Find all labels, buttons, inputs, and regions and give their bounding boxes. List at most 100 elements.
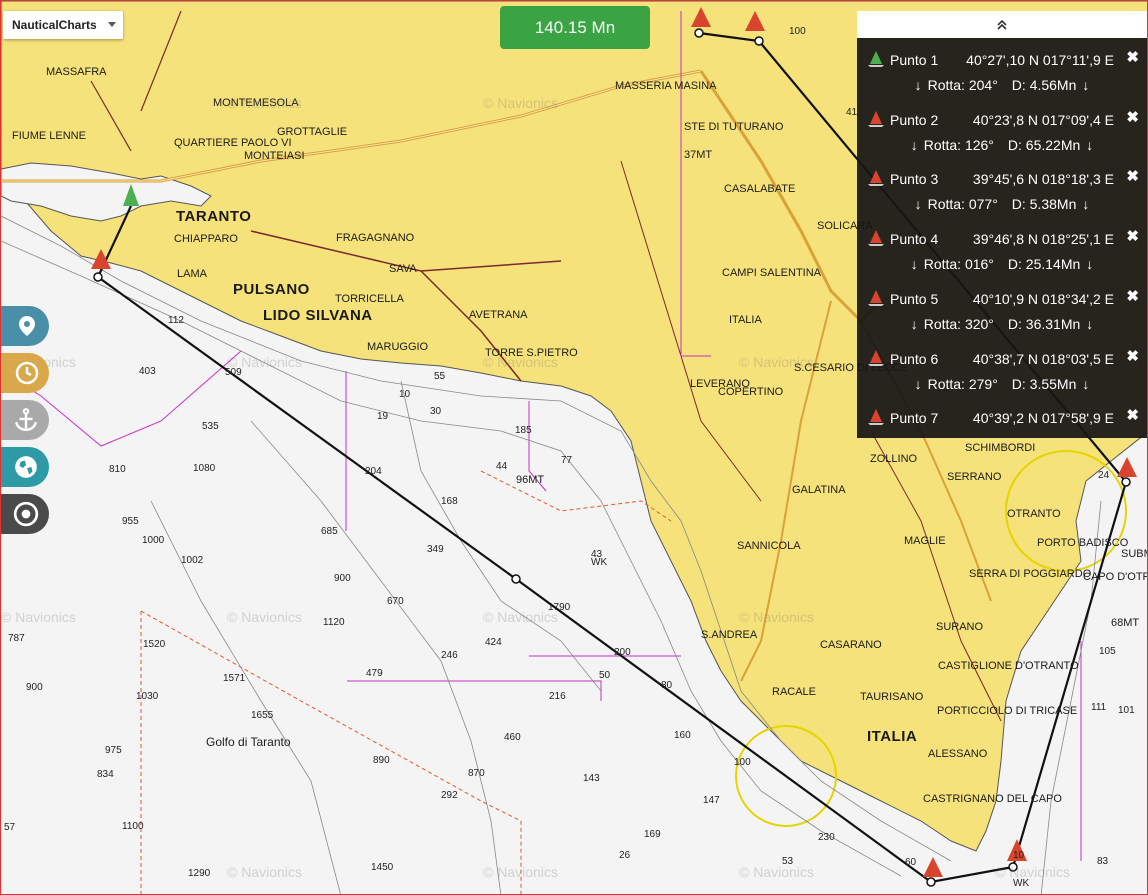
waypoint-coords: 40°38',7 N 018°03',5 E <box>972 350 1114 367</box>
target-button[interactable] <box>1 494 49 534</box>
close-icon[interactable]: ✖ <box>1126 406 1139 424</box>
waypoint-row[interactable]: Punto 7 40°39',2 N 017°58',9 E ✖ <box>857 404 1147 432</box>
depth-sounding: 460 <box>504 732 521 743</box>
watermark: © Navionics <box>227 354 302 370</box>
watermark: © Navionics <box>483 354 558 370</box>
close-icon[interactable]: ✖ <box>1126 108 1139 126</box>
arrow-down-icon: ↓ <box>910 315 918 332</box>
place-label: CASTRIGNANO DEL CAPO <box>923 793 1062 805</box>
depth-sounding: 1571 <box>223 673 246 684</box>
chart-map[interactable]: MASSAFRA TARANTO PULSANO LIDO SILVANA MONTEM… <box>0 0 1148 895</box>
sailboat-icon <box>868 409 884 426</box>
total-distance-badge: 140.15 Mn <box>500 6 650 49</box>
place-label: COPERTINO <box>718 386 784 398</box>
depth-sounding: 105 <box>1099 646 1116 657</box>
close-icon[interactable]: ✖ <box>1126 347 1139 365</box>
arrow-down-icon: ↓ <box>1086 315 1094 332</box>
target-icon <box>13 501 39 527</box>
waypoint-row[interactable]: Punto 5 40°10',9 N 018°34',2 E ✖ <box>857 285 1147 313</box>
depth-sounding: 60 <box>905 857 917 868</box>
place-label: SCHIMBORDI <box>965 442 1036 454</box>
globe-button[interactable] <box>1 447 49 487</box>
chevron-down-icon <box>108 22 116 27</box>
place-label: ZOLLINO <box>870 453 918 465</box>
waypoint-coords: 40°23',8 N 017°09',4 E <box>972 111 1114 128</box>
close-icon[interactable]: ✖ <box>1126 167 1139 185</box>
place-label: FRAGAGNANO <box>336 232 415 244</box>
depth-sounding: 10 <box>399 389 411 400</box>
waypoint-row[interactable]: Punto 3 39°45',6 N 018°18',3 E ✖ <box>857 165 1147 193</box>
close-icon[interactable]: ✖ <box>1126 287 1139 305</box>
arrow-down-icon: ↓ <box>1082 77 1090 93</box>
depth-sounding: 834 <box>97 769 114 780</box>
close-icon[interactable]: ✖ <box>1126 48 1139 66</box>
waypoint-name: Punto 7 <box>890 410 939 427</box>
place-label: 37MT <box>684 149 713 161</box>
arrow-down-icon: ↓ <box>910 136 918 153</box>
waypoint-name: Punto 6 <box>890 350 939 367</box>
arrow-down-icon: ↓ <box>1086 136 1094 153</box>
place-label: MASSAFRA <box>46 66 107 78</box>
depth-sounding: 1655 <box>251 710 274 721</box>
depth-sounding: 403 <box>139 366 156 377</box>
depth-sounding: 535 <box>202 421 219 432</box>
sailboat-icon <box>868 349 884 366</box>
place-label: ALESSANO <box>928 748 988 760</box>
place-label: CASALABATE <box>724 183 796 195</box>
leg-distance: D: 25.14Mn <box>1007 256 1081 273</box>
place-label: SERRANO <box>947 471 1002 483</box>
depth-sounding: WK <box>591 557 608 568</box>
leg-heading: Rotta: 126° <box>923 136 994 153</box>
sailboat-icon <box>868 230 884 247</box>
depth-sounding: 810 <box>109 464 126 475</box>
clock-icon <box>15 361 39 385</box>
depth-sounding: 30 <box>430 406 442 417</box>
waypoint-row[interactable]: Punto 4 39°46',8 N 018°25',1 E ✖ <box>857 225 1147 253</box>
anchorage-button[interactable] <box>1 400 49 440</box>
place-label: CASARANO <box>820 639 882 651</box>
depth-sounding: 900 <box>334 573 351 584</box>
waypoint-row[interactable]: Punto 1 40°27',10 N 017°11',9 E ✖ <box>857 46 1147 74</box>
waypoint-name: Punto 2 <box>890 111 939 128</box>
waypoint-name: Punto 1 <box>890 52 939 68</box>
watermark: © Navionics <box>483 95 558 111</box>
place-label: MONTEIASI <box>244 150 305 162</box>
depth-sounding: 200 <box>614 647 631 658</box>
depth-sounding: 870 <box>468 768 485 779</box>
depth-sounding: 890 <box>373 755 390 766</box>
depth-sounding: 143 <box>583 773 600 784</box>
depth-sounding: 424 <box>485 637 502 648</box>
collapse-panel-button[interactable] <box>857 11 1147 38</box>
depth-sounding: 292 <box>441 790 458 801</box>
history-button[interactable] <box>1 353 49 393</box>
waypoint-row[interactable]: Punto 2 40°23',8 N 017°09',4 E ✖ <box>857 106 1147 134</box>
place-label: CAMPI SALENTINA <box>722 267 822 279</box>
place-label: MASSERIA MASINA <box>615 80 717 92</box>
close-icon[interactable]: ✖ <box>1126 227 1139 245</box>
location-button[interactable] <box>1 306 49 346</box>
depth-sounding: 1120 <box>323 617 345 628</box>
route-leg-row: ↓ Rotta: 279° D: 3.55Mn ↓ <box>857 376 1147 400</box>
arrow-down-icon: ↓ <box>914 196 922 213</box>
arrow-down-icon: ↓ <box>1082 375 1090 392</box>
place-label: SAVA <box>389 263 417 275</box>
arrow-down-icon: ↓ <box>914 375 922 392</box>
arrow-down-icon: ↓ <box>1086 256 1094 273</box>
waypoint-coords: 40°27',10 N 017°11',9 E <box>966 52 1114 68</box>
depth-sounding: 101 <box>1118 705 1135 716</box>
chart-type-select[interactable]: NauticalCharts <box>3 11 123 39</box>
waypoint-row[interactable]: Punto 6 40°38',7 N 018°03',5 E ✖ <box>857 345 1147 373</box>
place-label: LIDO SILVANA <box>263 307 373 324</box>
depth-sounding: 1000 <box>142 535 165 546</box>
depth-sounding: 1002 <box>181 555 204 566</box>
place-label: AVETRANA <box>469 309 528 321</box>
anchor-icon <box>15 408 37 431</box>
depth-sounding: 100 <box>789 26 806 37</box>
depth-sounding: 246 <box>441 650 458 661</box>
depth-sounding: 169 <box>644 829 661 840</box>
leg-distance: D: 36.31Mn <box>1007 315 1081 332</box>
watermark: © Navionics <box>739 609 814 625</box>
depth-sounding: 10 <box>1013 850 1025 861</box>
route-leg-row: ↓ Rotta: 320° D: 36.31Mn ↓ <box>857 316 1147 340</box>
depth-sounding: 1080 <box>193 463 216 474</box>
